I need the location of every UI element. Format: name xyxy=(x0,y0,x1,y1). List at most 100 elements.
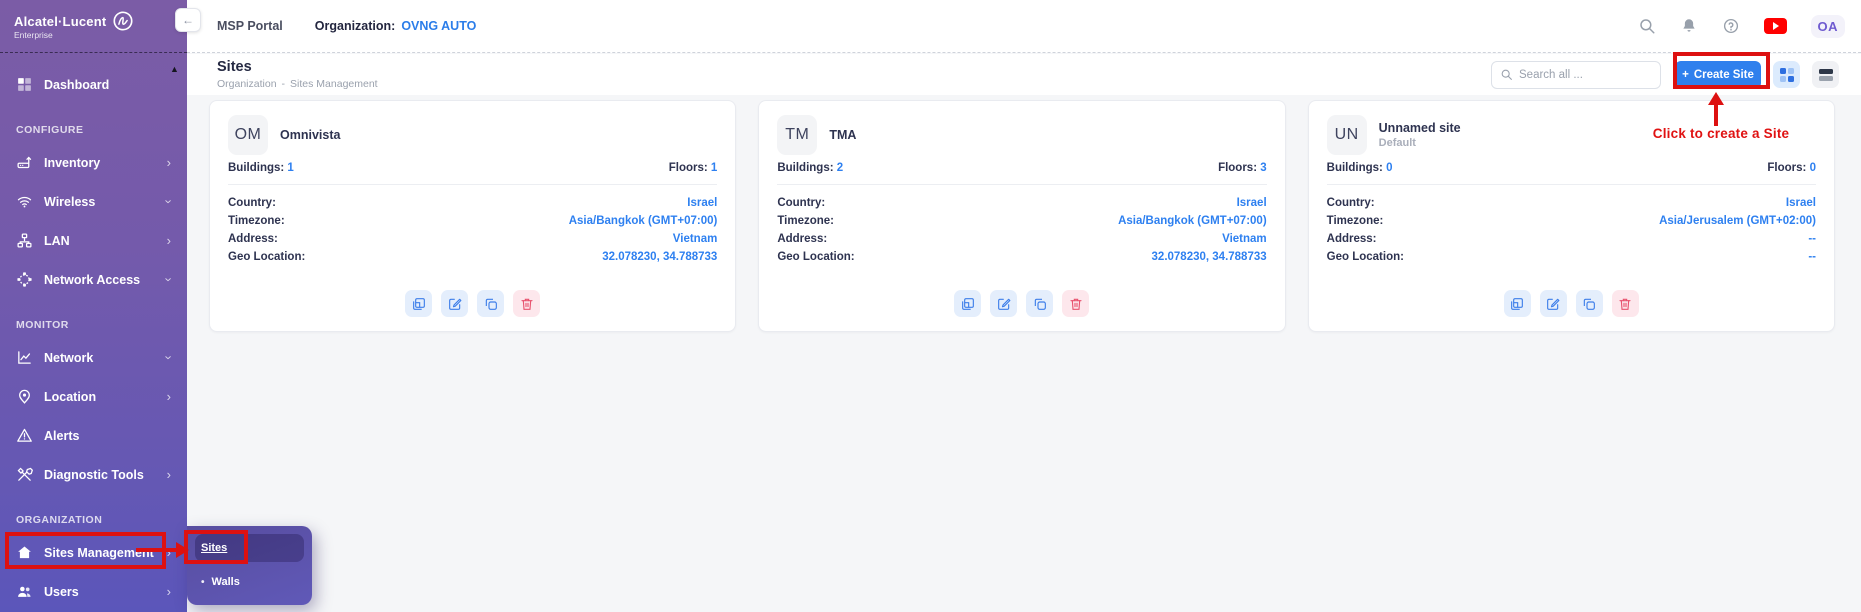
buildings-value[interactable]: 0 xyxy=(1386,162,1392,174)
search-input[interactable] xyxy=(1519,69,1652,81)
breadcrumb-organization[interactable]: Organization xyxy=(217,78,277,90)
grid-view-toggle[interactable] xyxy=(1773,61,1800,88)
sidebar-item-diagnostic-tools[interactable]: Diagnostic Tools › xyxy=(0,455,187,494)
duplicate-icon xyxy=(1032,296,1048,312)
sidebar-item-inventory[interactable]: Inventory › xyxy=(0,143,187,182)
bullet-icon: • xyxy=(201,577,205,588)
create-site-button[interactable]: + Create Site xyxy=(1675,61,1761,89)
wifi-icon xyxy=(16,193,33,210)
divider xyxy=(777,184,1266,185)
timezone-label: Timezone: xyxy=(777,212,834,230)
sidebar-section-monitor: MONITOR xyxy=(16,319,171,332)
site-name: Unnamed site xyxy=(1379,121,1461,135)
buildings-label: Buildings: xyxy=(1327,162,1383,174)
site-initials-badge: UN xyxy=(1327,115,1367,155)
sidebar-item-dashboard[interactable]: Dashboard xyxy=(0,65,187,104)
delete-icon xyxy=(1068,296,1084,312)
duplicate-button[interactable] xyxy=(1576,290,1603,317)
floors-label: Floors: xyxy=(1218,162,1257,174)
site-card-tma[interactable]: TM TMA Buildings: 2 Floors: 3 Country: Is… xyxy=(758,100,1285,332)
address-value: Vietnam xyxy=(1222,230,1267,248)
breadcrumb-sites-management[interactable]: Sites Management xyxy=(290,78,378,90)
address-label: Address: xyxy=(228,230,278,248)
edit-button[interactable] xyxy=(1540,290,1567,317)
search-icon xyxy=(1500,68,1513,81)
country-value: Israel xyxy=(1237,194,1267,212)
country-row: Country: Israel xyxy=(777,194,1266,212)
sidebar-item-wireless[interactable]: Wireless › xyxy=(0,182,187,221)
help-icon[interactable] xyxy=(1722,17,1740,35)
organization-label: Organization: xyxy=(315,19,396,33)
floorplan-button[interactable] xyxy=(954,290,981,317)
sidebar-item-network[interactable]: Network › xyxy=(0,338,187,377)
submenu-item-walls[interactable]: •Walls xyxy=(195,568,304,596)
chevron-right-icon: › xyxy=(167,584,171,599)
sidebar-item-network-access[interactable]: Network Access › xyxy=(0,260,187,299)
alert-triangle-icon xyxy=(16,427,33,444)
plus-icon: + xyxy=(1682,69,1689,81)
address-row: Address:-- xyxy=(1327,230,1816,248)
sidebar-item-alerts[interactable]: Alerts xyxy=(0,416,187,455)
site-name: TMA xyxy=(829,128,856,142)
floorplan-button[interactable] xyxy=(1504,290,1531,317)
address-row: Address:Vietnam xyxy=(228,230,717,248)
brand-subtitle: Enterprise xyxy=(14,30,187,40)
submenu-item-label: Sites xyxy=(201,542,227,554)
country-label: Country: xyxy=(1327,194,1375,212)
sidebar-item-users[interactable]: Users › xyxy=(0,572,187,611)
duplicate-icon xyxy=(483,296,499,312)
geo-location-label: Geo Location: xyxy=(228,248,305,266)
duplicate-button[interactable] xyxy=(477,290,504,317)
edit-button[interactable] xyxy=(441,290,468,317)
site-card-omnivista[interactable]: OM Omnivista Buildings: 1 Floors: 1 Coun… xyxy=(209,100,736,332)
sidebar-item-location[interactable]: Location › xyxy=(0,377,187,416)
buildings-label: Buildings: xyxy=(777,162,833,174)
chevron-right-icon: › xyxy=(167,155,171,170)
brand-name: Alcatel·Lucent xyxy=(14,14,106,29)
site-card-unnamed-site[interactable]: UN Unnamed site Default Buildings: 0 Flo… xyxy=(1308,100,1835,332)
youtube-icon[interactable] xyxy=(1764,18,1787,34)
floors-value[interactable]: 3 xyxy=(1260,162,1266,174)
geo-location-row: Geo Location:32.078230, 34.788733 xyxy=(228,248,717,266)
timezone-value: Asia/Bangkok (GMT+07:00) xyxy=(1118,212,1267,230)
floorplan-icon xyxy=(1509,296,1525,312)
bell-icon[interactable] xyxy=(1680,17,1698,35)
tools-icon xyxy=(16,466,33,483)
edit-button[interactable] xyxy=(990,290,1017,317)
site-name: Omnivista xyxy=(280,128,340,142)
country-label: Country: xyxy=(777,194,825,212)
buildings-label: Buildings: xyxy=(228,162,284,174)
organization-value-link[interactable]: OVNG AUTO xyxy=(401,19,476,33)
delete-button[interactable] xyxy=(513,290,540,317)
divider xyxy=(1327,184,1816,185)
delete-button[interactable] xyxy=(1612,290,1639,317)
menu-scroll-up-icon[interactable]: ▲ xyxy=(170,64,179,74)
delete-button[interactable] xyxy=(1062,290,1089,317)
chevron-right-icon: › xyxy=(167,545,171,560)
delete-icon xyxy=(519,296,535,312)
site-initials-badge: TM xyxy=(777,115,817,155)
edit-icon xyxy=(996,296,1012,312)
search-icon[interactable] xyxy=(1638,17,1656,35)
divider xyxy=(228,184,717,185)
floorplan-button[interactable] xyxy=(405,290,432,317)
duplicate-button[interactable] xyxy=(1026,290,1053,317)
sidebar: Alcatel·Lucent Enterprise Dashboard CONF… xyxy=(0,0,187,612)
sidebar-item-sites-management[interactable]: Sites Management › xyxy=(0,533,187,572)
avatar[interactable]: OA xyxy=(1811,15,1846,38)
sidebar-item-lan[interactable]: LAN › xyxy=(0,221,187,260)
dashboard-grid-icon xyxy=(16,76,33,93)
country-value: Israel xyxy=(687,194,717,212)
floorplan-icon xyxy=(960,296,976,312)
timezone-value: Asia/Jerusalem (GMT+02:00) xyxy=(1659,212,1816,230)
buildings-value[interactable]: 2 xyxy=(837,162,843,174)
list-view-toggle[interactable] xyxy=(1812,61,1839,88)
buildings-value[interactable]: 1 xyxy=(287,162,293,174)
submenu-item-sites[interactable]: Sites xyxy=(195,534,304,562)
chevron-right-icon: › xyxy=(167,233,171,248)
floors-value[interactable]: 1 xyxy=(711,162,717,174)
portal-title: MSP Portal xyxy=(217,19,283,33)
floors-value[interactable]: 0 xyxy=(1810,162,1816,174)
sidebar-collapse-button[interactable]: ← xyxy=(175,8,201,32)
geo-location-row: Geo Location:-- xyxy=(1327,248,1816,266)
